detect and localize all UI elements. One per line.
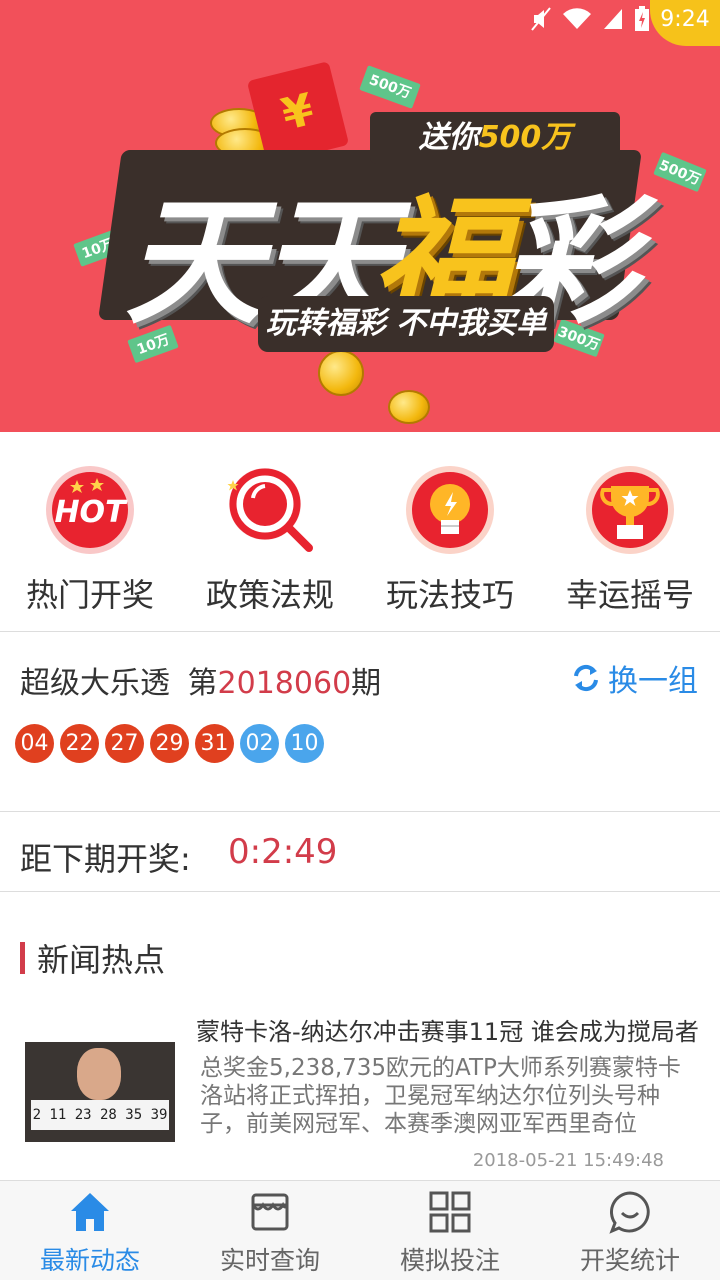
red-ball: 22 <box>60 724 99 763</box>
issue-number: 2018060 <box>217 666 352 701</box>
news-item[interactable]: 2 11 23 28 35 39 蒙特卡洛-纳达尔冲击赛事11冠 谁会成为搅局者… <box>0 1008 720 1180</box>
refresh-icon <box>574 664 598 692</box>
refresh-button[interactable]: 换一组 <box>570 656 698 700</box>
quick-item-label: 幸运摇号 <box>565 576 694 614</box>
news-summary: 总奖金5,238,735欧元的ATP大师系列赛蒙特卡洛站将正式挥拍，卫冕冠军纳达… <box>200 1055 681 1137</box>
signal-icon <box>604 9 622 29</box>
number-board: 2 11 23 28 35 39 <box>31 1100 169 1130</box>
refresh-label: 换一组 <box>608 664 698 699</box>
svg-text:HOT: HOT <box>54 495 128 530</box>
money-note-icon: 500万 <box>653 151 707 193</box>
store-icon <box>251 1193 289 1231</box>
nav-item-query[interactable]: 实时查询 <box>180 1181 360 1280</box>
home-icon <box>71 1193 109 1231</box>
nav-label: 开奖统计 <box>579 1246 680 1275</box>
person-face <box>77 1048 121 1100</box>
quick-item-policies[interactable]: 政策法规 <box>180 432 360 631</box>
coin-decoration <box>388 390 430 424</box>
bottom-nav: 最新动态 实时查询 模拟投注 开奖统计 <box>0 1180 720 1280</box>
news-section-header: 新闻热点 <box>20 940 165 979</box>
ball-list: 04 22 27 29 31 02 10 <box>15 724 324 763</box>
promo-banner[interactable]: ¥ 500万 500万 10万 10万 300万 送你500万 天天 福 彩 玩… <box>0 0 720 432</box>
quick-menu: HOT 热门开奖 政策法规 玩法技巧 幸运摇号 <box>0 432 720 632</box>
status-bar: 9:24 <box>0 0 720 46</box>
hot-icon: HOT <box>41 460 139 558</box>
blue-ball: 02 <box>240 724 279 763</box>
clock: 9:24 <box>650 0 720 46</box>
nav-label: 实时查询 <box>219 1246 320 1275</box>
news-thumbnail: 2 11 23 28 35 39 <box>25 1042 175 1142</box>
draw-countdown: 距下期开奖: 0:2:49 <box>0 812 720 892</box>
nav-label: 最新动态 <box>39 1246 140 1275</box>
nav-label: 模拟投注 <box>399 1246 500 1275</box>
lottery-name: 超级大乐透 <box>20 666 170 701</box>
mute-icon <box>531 7 551 31</box>
nav-item-stats[interactable]: 开奖统计 <box>540 1181 720 1280</box>
battery-icon <box>635 6 649 31</box>
section-marker <box>20 942 25 974</box>
red-ball: 04 <box>15 724 54 763</box>
chat-icon <box>609 1191 650 1234</box>
news-title: 蒙特卡洛-纳达尔冲击赛事11冠 谁会成为搅局者 <box>196 1018 699 1046</box>
quick-item-label: 热门开奖 <box>25 576 154 614</box>
wifi-icon <box>563 8 591 30</box>
lottery-title: 超级大乐透 第2018060期 <box>20 666 382 701</box>
countdown-label: 距下期开奖: <box>20 840 191 878</box>
blue-ball: 10 <box>285 724 324 763</box>
coin-decoration <box>318 350 364 396</box>
nav-item-simulate[interactable]: 模拟投注 <box>360 1181 540 1280</box>
countdown-value: 0:2:49 <box>228 832 338 872</box>
magnifier-icon <box>221 460 319 558</box>
money-note-icon: 500万 <box>359 65 421 109</box>
lightbulb-icon <box>401 460 499 558</box>
nav-item-latest[interactable]: 最新动态 <box>0 1181 180 1280</box>
quick-item-label: 政策法规 <box>205 576 334 614</box>
quick-item-tips[interactable]: 玩法技巧 <box>360 432 540 631</box>
grid-icon <box>429 1191 471 1233</box>
red-ball: 29 <box>150 724 189 763</box>
banner-subtitle: 玩转福彩 不中我买单 <box>258 296 554 352</box>
news-heading: 新闻热点 <box>37 941 166 979</box>
news-date: 2018-05-21 15:49:48 <box>472 1150 664 1171</box>
trophy-icon <box>581 460 679 558</box>
lottery-card: 超级大乐透 第2018060期 换一组 04 22 27 29 31 02 10 <box>0 632 720 812</box>
red-ball: 27 <box>105 724 144 763</box>
quick-item-lucky-draw[interactable]: 幸运摇号 <box>540 432 720 631</box>
quick-item-hot-draws[interactable]: HOT 热门开奖 <box>0 432 180 631</box>
red-ball: 31 <box>195 724 234 763</box>
quick-item-label: 玩法技巧 <box>385 576 514 614</box>
